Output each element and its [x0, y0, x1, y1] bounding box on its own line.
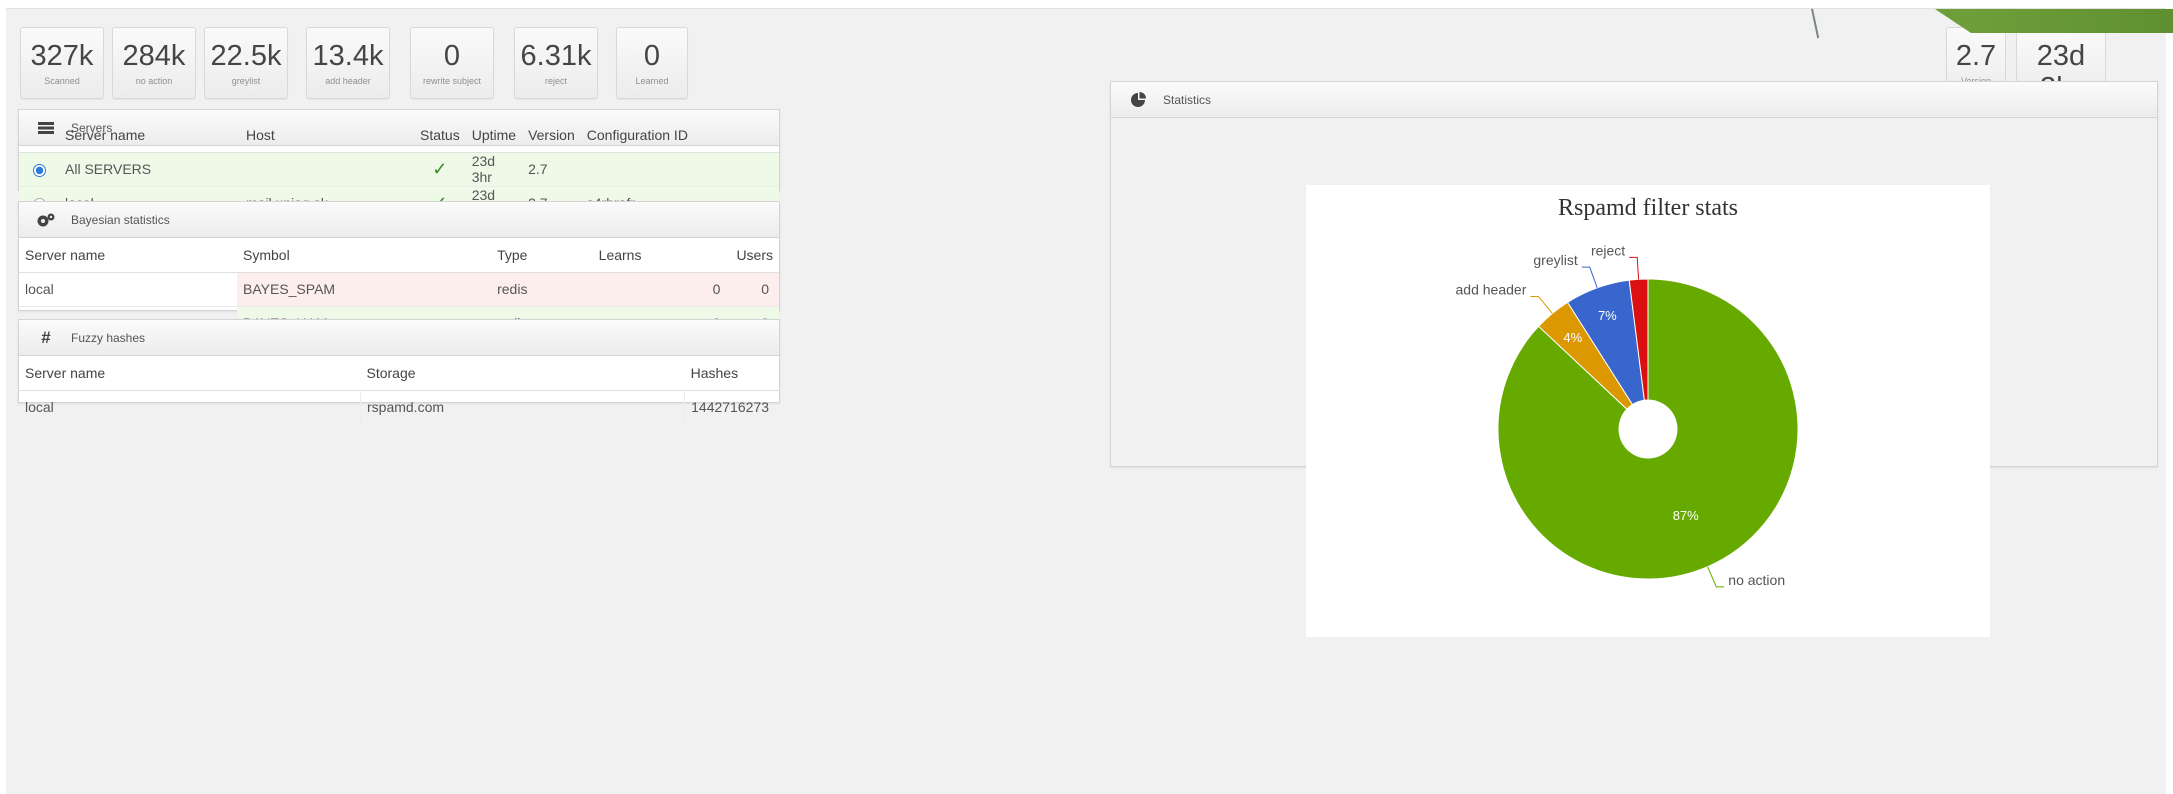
bayes-learns: 0	[592, 271, 731, 306]
pie-percent-label: 87%	[1673, 508, 1699, 523]
pie-chart-container: Rspamd filter stats 87% no action 4% add he…	[1306, 185, 1990, 637]
stat-tile: 13.4k add header	[306, 27, 390, 99]
server-uptime: 23d 3hr	[465, 151, 523, 186]
pie-leader-line	[1530, 295, 1553, 314]
server-select-cell[interactable]	[19, 151, 59, 186]
decorative-line	[1811, 8, 1820, 39]
pie-category-label: add header	[1456, 281, 1527, 297]
bayes-symbol: BAYES_SPAM	[237, 271, 492, 306]
bayes-widget-header: Bayesian statistics	[19, 202, 779, 238]
bayes-row: local BAYES_SPAM redis 0 0	[19, 271, 779, 306]
pie-percent-label: 7%	[1598, 308, 1617, 323]
servers-col-host: Host	[240, 118, 414, 153]
servers-col-status: Status	[414, 118, 466, 153]
stat-label: rewrite subject	[422, 76, 482, 86]
stat-label: greylist	[231, 76, 261, 86]
server-version: 2.7	[522, 151, 581, 186]
fuzzy-widget-title: Fuzzy hashes	[71, 330, 146, 345]
servers-col-name: Server name	[59, 118, 240, 153]
stat-value: 6.31k	[520, 40, 592, 72]
hash-icon: #	[41, 327, 51, 347]
fuzzy-col-hashes: Hashes	[684, 356, 779, 391]
statistics-widget-title: Statistics	[1163, 92, 1212, 107]
stat-tile: 6.31k reject	[514, 27, 598, 99]
cogs-icon	[35, 212, 57, 228]
pie-donut-hole	[1619, 400, 1677, 458]
pie-leader-line	[1707, 566, 1725, 588]
servers-col-uptime: Uptime	[465, 118, 523, 153]
pie-leader-line	[1581, 266, 1598, 289]
stat-label: add header	[325, 76, 371, 86]
chart-title: Rspamd filter stats	[1558, 195, 1738, 221]
pie-percent-label: 4%	[1563, 330, 1582, 345]
fuzzy-row: local rspamd.com 1442716273	[19, 389, 779, 424]
fuzzy-col-server: Server name	[19, 356, 361, 391]
stat-value: 2.7	[1955, 40, 1997, 72]
server-row[interactable]: All SERVERS ✓ 23d 3hr 2.7	[19, 151, 779, 186]
stat-tile: 284k no action	[112, 27, 196, 99]
stat-value: 284k	[122, 40, 186, 72]
fuzzy-storage: rspamd.com	[359, 389, 685, 424]
pie-leader-line	[1629, 256, 1640, 280]
stat-tile: 0 rewrite subject	[410, 27, 494, 99]
decorative-green-band	[1935, 9, 2173, 33]
bayes-server: local	[19, 271, 237, 306]
servers-col-version: Version	[522, 118, 581, 153]
server-host	[240, 151, 414, 186]
stat-value: 0	[643, 40, 661, 72]
servers-col-select	[19, 118, 59, 153]
checkmark-icon: ✓	[432, 158, 448, 179]
pie-chart: Rspamd filter stats 87% no action 4% add he…	[1456, 195, 1799, 588]
bayes-col-symbol: Symbol	[237, 238, 492, 273]
server-name: All SERVERS	[59, 151, 240, 186]
dashboard-page: 327k Scanned 284k no action 22.5k greylist 13.…	[6, 8, 2173, 794]
stat-label: reject	[544, 76, 567, 86]
pie-category-label: no action	[1728, 572, 1785, 588]
stat-tile: 22.5k greylist	[204, 27, 288, 99]
server-radio[interactable]	[32, 163, 46, 177]
fuzzy-server: local	[19, 389, 361, 424]
pie-category-label: greylist	[1533, 252, 1577, 268]
bayes-col-type: Type	[491, 238, 593, 273]
server-config-id	[580, 151, 779, 186]
bayes-users: 0	[730, 271, 779, 306]
pie-category-label: reject	[1591, 242, 1625, 258]
stat-value: 0	[443, 40, 461, 72]
fuzzy-widget-header: # Fuzzy hashes	[19, 320, 779, 356]
statistics-widget-header: Statistics	[1111, 82, 2157, 118]
fuzzy-col-storage: Storage	[360, 356, 685, 391]
stat-label: Scanned	[44, 76, 80, 86]
stat-label: no action	[135, 76, 173, 86]
bayes-widget: Bayesian statistics Server name Symbol T…	[18, 201, 780, 340]
fuzzy-widget: # Fuzzy hashes Server name Storage Hashe…	[18, 319, 780, 424]
bayes-col-learns: Learns	[592, 238, 731, 273]
pie-chart-icon	[1127, 91, 1149, 108]
stat-value: 13.4k	[312, 40, 384, 72]
stat-tile: 0 Learned	[616, 27, 688, 99]
bayes-type: redis	[491, 271, 593, 306]
bayes-col-users: Users	[730, 238, 779, 273]
stat-value: 22.5k	[210, 40, 282, 72]
servers-col-config: Configuration ID	[580, 118, 779, 153]
fuzzy-hashes: 1442716273	[684, 389, 779, 424]
bayes-widget-title: Bayesian statistics	[71, 212, 170, 227]
server-status: ✓	[414, 151, 466, 186]
stat-value: 327k	[30, 40, 94, 72]
bayes-col-server: Server name	[19, 238, 237, 273]
fuzzy-table: Server name Storage Hashes local rspamd.c…	[19, 356, 779, 424]
stat-label: Learned	[635, 76, 669, 86]
stat-tile: 327k Scanned	[20, 27, 104, 99]
